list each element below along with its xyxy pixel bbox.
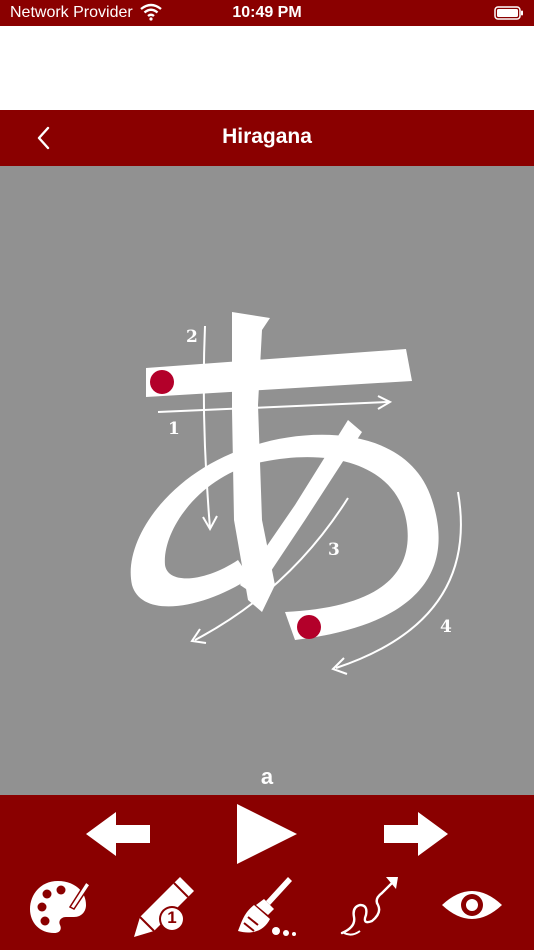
clock: 10:49 PM [232, 4, 302, 21]
arrow-right-icon[interactable] [382, 810, 450, 858]
nav-bar: Hiragana [0, 110, 534, 166]
pencil-icon [134, 877, 194, 937]
palette-icon[interactable] [28, 877, 96, 937]
status-bar: Network Provider 10:49 PM [0, 0, 534, 26]
stroke-number-2: 2 [186, 327, 198, 347]
stroke-number-4: 4 [440, 617, 452, 637]
stroke-number-3: 3 [328, 540, 340, 560]
romaji-label: a [260, 764, 274, 789]
battery-icon [494, 6, 523, 20]
bottom-toolbar: 1 [0, 795, 534, 950]
page-title: Hiragana [222, 125, 312, 148]
kana-stroke-1 [146, 349, 412, 397]
broom-icon[interactable] [234, 873, 298, 939]
drawing-canvas[interactable]: 1 2 3 4 a [0, 166, 534, 795]
arrow-left-icon[interactable] [84, 810, 152, 858]
pencil-button[interactable]: 1 [128, 873, 198, 939]
stroke-start-dot [150, 370, 174, 394]
kana-stroke-diagram: 1 2 3 4 [130, 312, 462, 675]
pencil-badge: 1 [167, 908, 177, 927]
banner-area [0, 26, 534, 110]
stroke-start-dot [297, 615, 321, 639]
stroke-path-icon[interactable] [338, 873, 404, 939]
eye-icon[interactable] [440, 885, 504, 925]
play-icon[interactable] [235, 802, 299, 866]
stroke-number-1: 1 [168, 419, 180, 439]
